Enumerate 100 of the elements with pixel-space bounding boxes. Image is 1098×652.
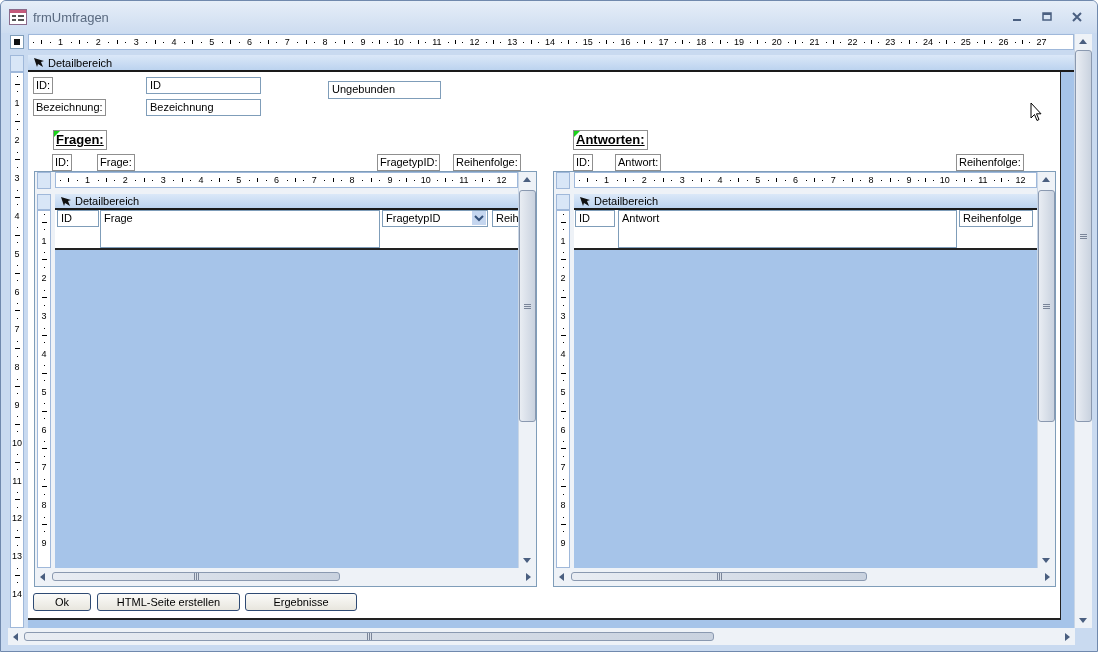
scroll-thumb[interactable] xyxy=(24,632,714,641)
text-field[interactable]: Reihenfolge xyxy=(959,210,1033,227)
ruler-number: 14 xyxy=(545,37,556,47)
ruler-number: 2 xyxy=(641,175,647,185)
subform-heading: Antworten: xyxy=(573,130,648,150)
ruler-number: 6 xyxy=(247,37,253,47)
scroll-thumb[interactable] xyxy=(1038,190,1055,422)
ruler-number: 9 xyxy=(360,37,366,47)
ruler-number: 5 xyxy=(236,175,242,185)
ruler-number: 9 xyxy=(906,175,912,185)
ruler-number: 7 xyxy=(14,325,20,335)
ruler-number: 12 xyxy=(1015,175,1026,185)
ruler-number: 7 xyxy=(311,175,317,185)
triangle-icon xyxy=(12,632,20,641)
ruler-number: 2 xyxy=(14,136,20,146)
ruler-number: 11 xyxy=(12,476,22,486)
ruler-number: 24 xyxy=(923,37,933,47)
ruler-number: 8 xyxy=(322,37,328,47)
ruler-number: 9 xyxy=(41,538,47,548)
ruler-number: 16 xyxy=(620,37,631,47)
triangle-icon xyxy=(523,176,531,184)
text-field[interactable]: Antwort xyxy=(618,210,957,248)
ruler-number: 3 xyxy=(679,175,685,185)
ruler-number: 4 xyxy=(41,349,47,359)
corner-triangle-icon xyxy=(574,131,580,137)
ruler-number: 4 xyxy=(717,175,723,185)
ruler-number: 4 xyxy=(171,37,177,47)
scroll-thumb[interactable] xyxy=(519,190,536,422)
form-button[interactable]: HTML-Seite erstellen xyxy=(97,593,240,611)
collapse-arrow-icon xyxy=(34,58,44,67)
ruler-number: 9 xyxy=(387,175,393,185)
ruler-number: 3 xyxy=(14,174,20,184)
ruler-number: 5 xyxy=(209,37,215,47)
text-field[interactable]: Ungebunden xyxy=(328,81,441,99)
ruler-number: 3 xyxy=(560,312,566,322)
section-bar[interactable]: Detailbereich xyxy=(28,55,1074,72)
form-icon xyxy=(9,9,27,25)
scroll-thumb[interactable] xyxy=(571,572,867,581)
ruler-number: 9 xyxy=(14,400,20,410)
scroll-thumb[interactable] xyxy=(52,572,340,581)
ruler-number: 7 xyxy=(41,463,47,473)
ruler-number: 8 xyxy=(560,501,566,511)
text-field[interactable]: ID xyxy=(575,210,615,227)
ruler-number: 1 xyxy=(58,37,64,47)
section-bar[interactable]: Detailbereich xyxy=(574,194,1037,210)
ruler-number: 11 xyxy=(978,175,988,185)
ruler-number: 8 xyxy=(14,363,20,373)
ruler-number: 1 xyxy=(604,175,610,185)
section-bar[interactable]: Detailbereich xyxy=(55,194,518,210)
ruler-number: 11 xyxy=(459,175,469,185)
ruler-number: 3 xyxy=(133,37,139,47)
text-field[interactable]: Bezeichnung xyxy=(146,99,261,116)
ruler-number: 7 xyxy=(830,175,836,185)
text-field[interactable]: ID xyxy=(146,77,261,94)
ruler-number: 9 xyxy=(560,538,566,548)
select-box[interactable] xyxy=(10,35,24,49)
scroll-thumb[interactable] xyxy=(1075,50,1092,422)
column-label: Antwort: xyxy=(615,154,662,171)
combo-box[interactable]: FragetypID xyxy=(382,210,488,227)
triangle-icon xyxy=(39,572,47,581)
ruler-number: 12 xyxy=(496,175,507,185)
ruler-number: 26 xyxy=(998,37,1009,47)
ruler-number: 6 xyxy=(274,175,280,185)
text-field[interactable]: ID xyxy=(57,210,99,227)
mouse-pointer-icon xyxy=(1030,102,1042,122)
ruler-number: 25 xyxy=(960,37,971,47)
ruler-number: 10 xyxy=(420,175,431,185)
ruler-number: 3 xyxy=(160,175,166,185)
ruler-number: 1 xyxy=(14,98,20,108)
field-label: Bezeichnung: xyxy=(33,99,106,116)
ruler-number: 14 xyxy=(12,589,22,599)
ruler-number: 3 xyxy=(41,312,47,322)
collapse-arrow-icon xyxy=(61,196,71,206)
ruler-number: 2 xyxy=(122,175,128,185)
window-title: frmUmfragen xyxy=(33,9,110,25)
column-label: Reihenfolge: xyxy=(956,154,1024,171)
ruler-number: 5 xyxy=(755,175,761,185)
maximize-icon xyxy=(1042,12,1052,22)
form-button[interactable]: Ok xyxy=(33,593,91,611)
ruler-number: 5 xyxy=(14,249,20,259)
ruler-number: 2 xyxy=(41,274,47,284)
ruler-number: 11 xyxy=(432,37,442,47)
ruler-number: 10 xyxy=(939,175,950,185)
caret-icon xyxy=(472,211,486,225)
ruler-number: 4 xyxy=(14,211,20,221)
column-label: ID: xyxy=(52,154,73,171)
ruler-number: 2 xyxy=(560,274,566,284)
subform-heading: Fragen: xyxy=(53,130,107,150)
ruler-number: 2 xyxy=(95,37,101,47)
ruler-number: 5 xyxy=(560,387,566,397)
ruler-number: 8 xyxy=(41,501,47,511)
form-button[interactable]: Ergebnisse xyxy=(245,593,357,611)
triangle-icon xyxy=(558,572,566,581)
text-field[interactable]: Frage xyxy=(100,210,380,248)
ruler-number: 20 xyxy=(771,37,782,47)
ruler-number: 8 xyxy=(868,175,874,185)
minimize-icon xyxy=(1013,19,1021,21)
column-label: Frage: xyxy=(97,154,135,171)
ruler-number: 1 xyxy=(560,236,566,246)
text-field[interactable]: Reih xyxy=(492,210,518,227)
